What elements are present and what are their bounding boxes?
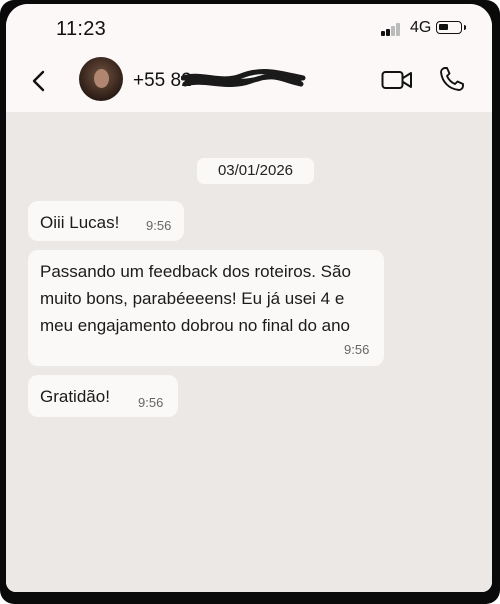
message-bubble[interactable]: Oiii Lucas! 9:56 [28,201,184,241]
message-time: 9:56 [344,342,370,357]
back-arrow-icon[interactable] [28,68,50,94]
chat-header: +55 82 [6,50,492,112]
message-text: Oiii Lucas! [40,213,120,232]
battery-icon [436,21,466,34]
phone-screen: 11:23 4G +55 82 03/01/2026 Oiii Lucas! 9… [6,4,492,592]
phone-frame: 11:23 4G +55 82 03/01/2026 Oiii Lucas! 9… [0,0,500,604]
message-text: Passando um feedback dos roteiros. São m… [40,262,351,335]
avatar[interactable] [79,57,123,101]
message-bubble[interactable]: Gratidão! 9:56 [28,375,178,417]
redaction-scribble [181,69,306,87]
message-time: 9:56 [138,395,164,410]
message-time: 9:56 [146,218,172,233]
video-call-icon[interactable] [381,69,413,91]
phone-call-icon[interactable] [438,65,466,93]
network-label: 4G [410,19,432,36]
status-bar: 11:23 4G [6,4,492,50]
date-chip: 03/01/2026 [197,158,314,184]
signal-icon [381,22,405,36]
status-time: 11:23 [56,18,107,40]
chat-area: 03/01/2026 Oiii Lucas! 9:56 Passando um … [6,112,492,592]
message-bubble[interactable]: Passando um feedback dos roteiros. São m… [28,250,384,366]
message-text: Gratidão! [40,387,110,406]
